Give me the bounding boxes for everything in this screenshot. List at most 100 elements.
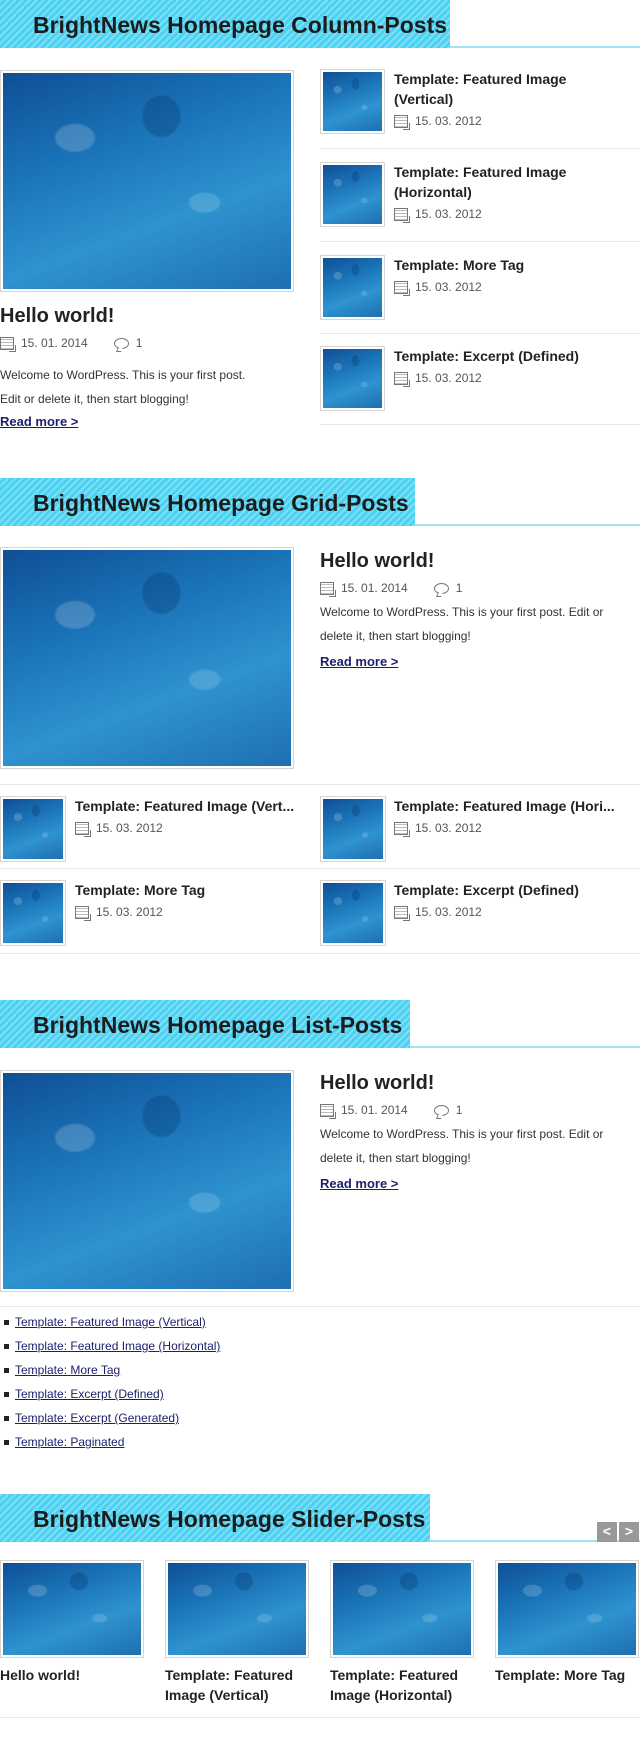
section-header-bar: BrightNews Homepage List-Posts [0,1000,640,1048]
slide-thumbnail[interactable] [165,1560,309,1658]
post-link[interactable]: Template: Excerpt (Defined) [15,1382,164,1406]
slide-title[interactable]: Template: Featured Image (Horizontal) [330,1665,480,1705]
post-title[interactable]: Template: More Tag [394,255,634,275]
post-title[interactable]: Template: Featured Image (Horizontal) [394,162,634,202]
post-thumbnail[interactable] [320,796,386,862]
post-thumbnail[interactable] [320,162,385,227]
post-date: 15. 03. 2012 [415,371,482,385]
calendar-icon [320,581,336,597]
featured-image[interactable] [0,1070,294,1292]
bullet-icon [4,1415,9,1421]
post-date: 15. 03. 2012 [415,905,482,919]
post-meta: 15. 03. 2012 [75,905,163,921]
post-meta: 15. 03. 2012 [394,905,482,921]
divider [320,424,640,425]
post-date: 15. 03. 2012 [415,114,482,128]
post-meta: 15. 03. 2012 [75,821,163,837]
list-item: Template: Featured Image (Vertical) [4,1310,220,1334]
list-posts-section: BrightNews Homepage List-Posts Hello wor… [0,1000,640,1460]
featured-post-meta: 15. 01. 2014 1 [320,1103,463,1119]
slide-thumbnail[interactable] [495,1560,639,1658]
slide-title[interactable]: Template: More Tag [495,1665,640,1685]
section-heading: BrightNews Homepage Column-Posts [0,0,450,48]
slide-title[interactable]: Hello world! [0,1665,150,1685]
calendar-icon [75,905,91,921]
post-date: 15. 03. 2012 [96,905,163,919]
calendar-icon [394,280,410,296]
comment-icon [113,337,129,349]
section-heading: BrightNews Homepage Grid-Posts [0,478,415,526]
divider [320,148,640,149]
post-thumbnail[interactable] [320,346,385,411]
calendar-icon [320,1103,336,1119]
divider [0,868,640,869]
featured-post-meta: 15. 01. 2014 1 [0,336,143,352]
post-thumbnail[interactable] [320,69,385,134]
post-date: 15. 03. 2012 [96,821,163,835]
featured-post-excerpt: Welcome to WordPress. This is your first… [320,1127,604,1165]
read-more-link[interactable]: Read more > [320,1176,398,1191]
comment-icon [433,1104,449,1116]
divider [0,1717,640,1718]
post-date: 15. 03. 2012 [415,207,482,221]
featured-image[interactable] [0,547,294,769]
post-title[interactable]: Template: Excerpt (Defined) [394,880,634,900]
comment-count[interactable]: 1 [456,581,463,595]
post-thumbnail[interactable] [320,255,385,320]
post-thumbnail[interactable] [0,796,66,862]
featured-post-title[interactable]: Hello world! [0,305,114,328]
slide-thumbnail[interactable] [0,1560,144,1658]
list-item: Template: More Tag [4,1358,220,1382]
grid-posts-section: BrightNews Homepage Grid-Posts Hello wor… [0,478,640,958]
post-link[interactable]: Template: Excerpt (Generated) [15,1406,179,1430]
section-header-bar: BrightNews Homepage Slider-Posts [0,1494,640,1542]
list-item: Template: Excerpt (Defined) [4,1382,220,1406]
bullet-icon [4,1343,9,1349]
calendar-icon [394,114,410,130]
divider [320,333,640,334]
post-date: 15. 03. 2012 [415,821,482,835]
slider-next-button[interactable]: > [619,1522,639,1542]
post-link[interactable]: Template: Paginated [15,1430,124,1454]
section-header-bar: BrightNews Homepage Grid-Posts [0,478,640,526]
calendar-icon [394,905,410,921]
column-posts-section: BrightNews Homepage Column-Posts Hello w… [0,0,640,440]
post-title[interactable]: Template: Featured Image (Hori... [394,796,634,816]
post-link[interactable]: Template: Featured Image (Horizontal) [15,1334,220,1358]
divider [0,1306,640,1307]
post-meta: 15. 03. 2012 [394,207,482,223]
post-title[interactable]: Template: Excerpt (Defined) [394,346,634,366]
slide-thumbnail[interactable] [330,1560,474,1658]
bullet-icon [4,1439,9,1445]
post-meta: 15. 03. 2012 [394,280,482,296]
post-title[interactable]: Template: Featured Image (Vertical) [394,69,634,109]
comment-count[interactable]: 1 [456,1103,463,1117]
comment-icon [433,582,449,594]
comment-count[interactable]: 1 [136,336,143,350]
featured-post-meta: 15. 01. 2014 1 [320,581,463,597]
post-thumbnail[interactable] [320,880,386,946]
post-link[interactable]: Template: More Tag [15,1358,120,1382]
post-thumbnail[interactable] [0,880,66,946]
slider-prev-button[interactable]: < [597,1522,617,1542]
slide-title[interactable]: Template: Featured Image (Vertical) [165,1665,315,1705]
featured-post-title[interactable]: Hello world! [320,550,434,573]
featured-post-title[interactable]: Hello world! [320,1072,434,1095]
post-link[interactable]: Template: Featured Image (Vertical) [15,1310,206,1334]
post-meta: 15. 03. 2012 [394,114,482,130]
calendar-icon [394,821,410,837]
read-more-link[interactable]: Read more > [0,414,78,429]
post-date: 15. 01. 2014 [341,1103,408,1117]
post-title[interactable]: Template: More Tag [75,880,315,900]
post-link-list: Template: Featured Image (Vertical) Temp… [4,1310,220,1454]
post-meta: 15. 03. 2012 [394,371,482,387]
post-title[interactable]: Template: Featured Image (Vert... [75,796,315,816]
read-more-link[interactable]: Read more > [320,654,398,669]
featured-image[interactable] [0,70,294,292]
calendar-icon [394,207,410,223]
section-header-bar: BrightNews Homepage Column-Posts [0,0,640,48]
list-item: Template: Excerpt (Generated) [4,1406,220,1430]
calendar-icon [394,371,410,387]
bullet-icon [4,1391,9,1397]
bullet-icon [4,1367,9,1373]
